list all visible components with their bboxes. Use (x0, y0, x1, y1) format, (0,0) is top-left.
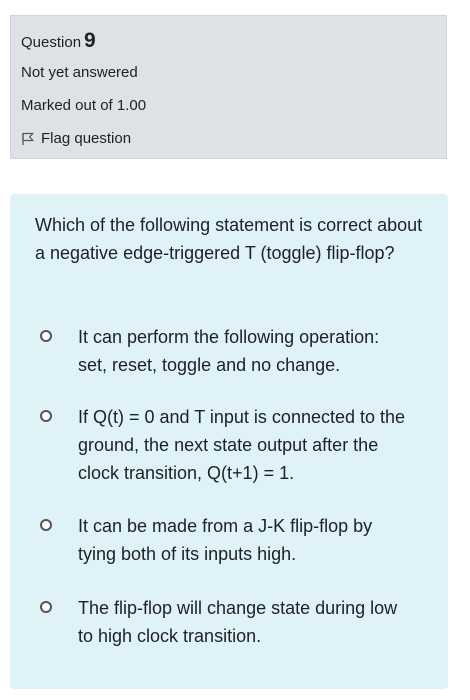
question-state: Not yet answered (21, 64, 138, 81)
question-text: Which of the following statement is corr… (35, 215, 423, 263)
question-grade: Marked out of 1.00 (21, 97, 147, 114)
answer-label-d[interactable]: The flip-flop will change state during l… (78, 594, 408, 650)
answer-label-c[interactable]: It can be made from a J-K flip-flop by t… (78, 512, 408, 568)
answer-label-b[interactable]: If Q(t) = 0 and T input is connected to … (78, 403, 408, 487)
flag-question-link[interactable]: Flag question (21, 130, 131, 147)
question-content: Which of the following statement is corr… (10, 194, 448, 689)
flag-icon (22, 132, 34, 145)
question-number-value: 9 (84, 29, 96, 52)
answer-label-a[interactable]: It can perform the following operation: … (78, 323, 408, 379)
radio-button-a[interactable] (40, 330, 52, 342)
radio-button-b[interactable] (40, 410, 52, 422)
question-info-panel: Question 9 Not yet answered Marked out of… (10, 15, 447, 159)
question-label: Question (21, 34, 82, 51)
question-number: Question 9 (21, 29, 96, 53)
radio-button-c[interactable] (40, 519, 52, 531)
radio-button-d[interactable] (40, 601, 52, 613)
flag-question-label: Flag question (41, 130, 132, 147)
